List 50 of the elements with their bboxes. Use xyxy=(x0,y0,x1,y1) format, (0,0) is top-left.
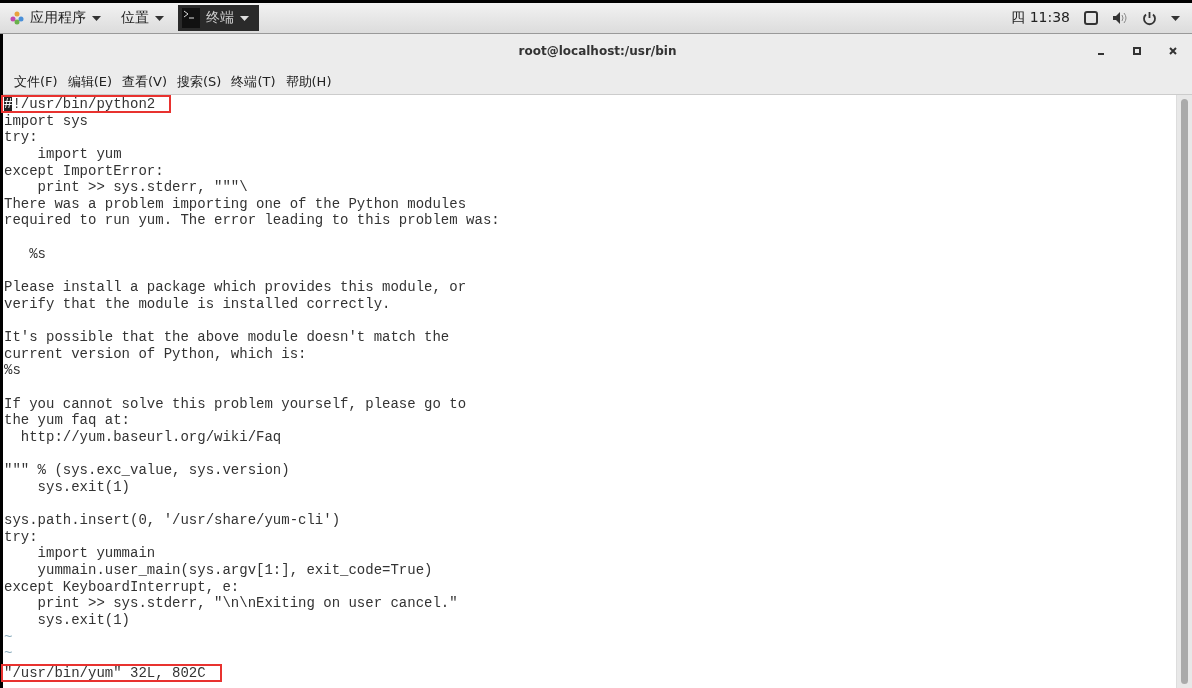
caret-icon xyxy=(240,15,249,21)
code-line: except KeyboardInterrupt, e: xyxy=(3,577,241,596)
code-line: try: xyxy=(3,527,38,546)
code-line: sys.path.insert(0, '/usr/share/yum-cli') xyxy=(3,511,342,529)
code-line: except ImportError: xyxy=(3,161,165,180)
menu-item[interactable]: 搜索(S) xyxy=(172,73,227,94)
code-line: """ % (sys.exc_value, sys.version) xyxy=(3,461,291,480)
caret-icon xyxy=(155,15,164,21)
code-line: yummain.user_main(sys.argv[1:], exit_code=True) xyxy=(36,560,434,579)
code-line: import yum xyxy=(36,144,123,163)
window-icon[interactable] xyxy=(1084,11,1098,25)
terminal-icon xyxy=(182,8,200,28)
menu-item[interactable]: 查看(V) xyxy=(117,73,173,94)
code-line: import yummain xyxy=(36,544,157,563)
power-icon[interactable] xyxy=(1142,10,1157,26)
code-line: print >> sys.stderr, "\n\nExiting on user cancel." xyxy=(36,594,459,613)
panel-menu[interactable]: 终端 xyxy=(178,5,259,31)
menu-item[interactable]: 终端(T) xyxy=(226,73,281,94)
code-line: try: xyxy=(3,128,38,147)
empty-line-marker: ~ xyxy=(3,644,14,663)
code-line: It's possible that the above module doesn't match the xyxy=(3,327,451,346)
code-line: %s xyxy=(3,361,22,380)
code-line: There was a problem importing one of the Python modules xyxy=(3,194,468,213)
code-line: %s xyxy=(28,244,47,263)
maximize-icon[interactable] xyxy=(1132,46,1142,56)
menu-item[interactable]: 编辑(E) xyxy=(62,73,117,94)
code-line: print >> sys.stderr, """\ xyxy=(36,178,249,197)
panel-menu[interactable]: 应用程序 xyxy=(0,3,111,33)
code-line: required to run yum. The error leading to this problem was: xyxy=(3,211,501,230)
caret-icon xyxy=(1171,15,1180,21)
code-line: verify that the module is installed correctly. xyxy=(3,294,392,313)
close-icon[interactable] xyxy=(1168,46,1178,56)
empty-line-marker: ~ xyxy=(3,627,14,646)
code-line: current version of Python, which is: xyxy=(3,344,308,363)
scrollbar-thumb[interactable] xyxy=(1181,99,1188,684)
volume-icon[interactable] xyxy=(1112,11,1128,25)
code-line: the yum faq at: xyxy=(3,411,132,430)
code-line: import sys xyxy=(3,111,89,130)
code-line: If you cannot solve this problem yourself, please go to xyxy=(3,394,468,413)
apps-icon xyxy=(10,11,24,25)
window-title: root@localhost:/usr/bin xyxy=(518,44,677,58)
clock[interactable]: 四 11:38 xyxy=(1011,9,1070,27)
menu-item[interactable]: 文件(F) xyxy=(9,73,63,94)
panel-menu[interactable]: 位置 xyxy=(111,3,174,33)
code-line: sys.exit(1) xyxy=(36,477,132,496)
code-line: Please install a package which provides this module, or xyxy=(3,278,468,297)
caret-icon xyxy=(92,15,101,21)
code-line: http://yum.baseurl.org/wiki/Faq xyxy=(19,427,283,446)
code-line: sys.exit(1) xyxy=(36,610,132,629)
menu-item[interactable]: 帮助(H) xyxy=(280,73,337,94)
